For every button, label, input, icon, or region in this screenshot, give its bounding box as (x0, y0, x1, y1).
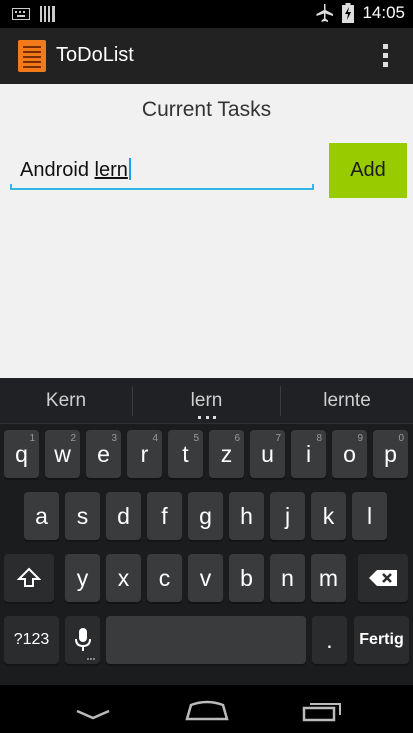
suggestion-strip: Kern lern lernte (0, 378, 413, 424)
shift-key[interactable] (4, 554, 54, 602)
action-bar: ToDoList (0, 28, 413, 84)
key-o[interactable]: o9 (332, 430, 367, 478)
backspace-key[interactable] (358, 554, 408, 602)
voice-input-key[interactable] (65, 616, 100, 664)
key-a[interactable]: a (24, 492, 59, 540)
add-button[interactable]: Add (329, 143, 407, 198)
key-c[interactable]: c (147, 554, 182, 602)
key-i[interactable]: i8 (291, 430, 326, 478)
key-d[interactable]: d (106, 492, 141, 540)
home-button[interactable] (177, 691, 237, 727)
app-title: ToDoList (56, 44, 134, 66)
key-r[interactable]: r4 (127, 430, 162, 478)
battery-charging-icon (342, 3, 355, 23)
suggestion-item[interactable]: lernte (281, 378, 413, 424)
recents-button[interactable] (292, 691, 352, 727)
soft-keyboard: Kern lern lernte q1 w2 e3 r4 t5 z6 u7 i8… (0, 378, 413, 685)
home-icon (185, 700, 229, 721)
shift-icon (16, 567, 42, 587)
input-underline (10, 184, 314, 190)
keyboard-notification-icon (12, 8, 30, 20)
key-l[interactable]: l (352, 492, 387, 540)
status-bar: 14:05 (0, 0, 413, 28)
key-s[interactable]: s (65, 492, 100, 540)
suggestion-item[interactable]: Kern (0, 378, 132, 424)
text-cursor (128, 158, 131, 180)
more-suggestions-icon[interactable] (198, 416, 216, 420)
key-p[interactable]: p0 (373, 430, 408, 478)
key-x[interactable]: x (106, 554, 141, 602)
app-icon (18, 40, 46, 72)
period-key[interactable]: . (312, 616, 347, 664)
key-y[interactable]: y (65, 554, 100, 602)
key-f[interactable]: f (147, 492, 182, 540)
status-time: 14:05 (362, 3, 405, 22)
recents-icon (302, 703, 341, 722)
key-j[interactable]: j (270, 492, 305, 540)
key-m[interactable]: m (311, 554, 346, 602)
key-g[interactable]: g (188, 492, 223, 540)
key-k[interactable]: k (311, 492, 346, 540)
enter-key[interactable]: Fertig (354, 616, 409, 664)
task-input[interactable]: Android lern (10, 150, 314, 190)
hide-keyboard-icon (76, 709, 110, 720)
key-u[interactable]: u7 (250, 430, 285, 478)
key-n[interactable]: n (270, 554, 305, 602)
space-key[interactable] (106, 616, 306, 664)
key-e[interactable]: e3 (86, 430, 121, 478)
key-b[interactable]: b (229, 554, 264, 602)
task-input-composing-text: lern (94, 159, 128, 181)
key-q[interactable]: q1 (4, 430, 39, 478)
airplane-mode-icon (316, 4, 334, 22)
overflow-menu-icon[interactable] (383, 44, 389, 68)
microphone-icon (74, 628, 91, 651)
key-z[interactable]: z6 (209, 430, 244, 478)
key-v[interactable]: v (188, 554, 223, 602)
key-h[interactable]: h (229, 492, 264, 540)
page-title: Current Tasks (141, 98, 272, 121)
task-input-text: Android (20, 159, 95, 181)
key-w[interactable]: w2 (45, 430, 80, 478)
barcode-notification-icon (40, 6, 55, 22)
key-t[interactable]: t5 (168, 430, 203, 478)
navigation-bar (0, 685, 413, 733)
backspace-icon (369, 570, 397, 586)
back-button[interactable] (63, 691, 123, 727)
main-content: Current Tasks Android lern Add (0, 84, 413, 378)
symbols-key[interactable]: ?123 (4, 616, 59, 664)
